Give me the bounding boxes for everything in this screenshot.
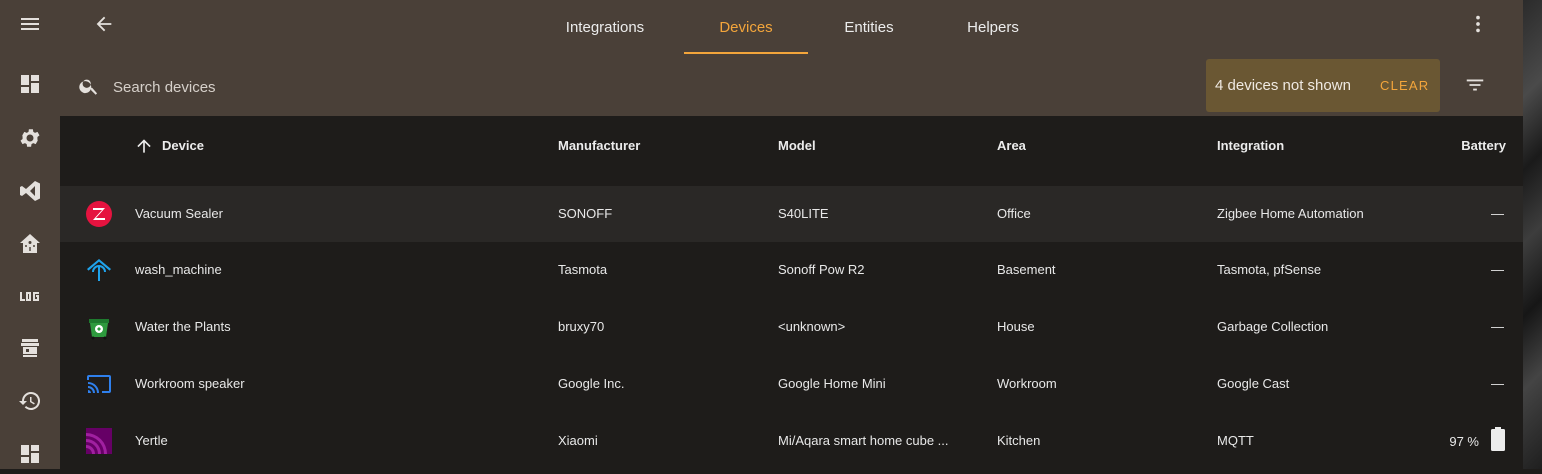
- settings-icon[interactable]: [10, 118, 50, 158]
- sort-ascending-icon[interactable]: [134, 136, 154, 156]
- sidebar: [0, 0, 60, 469]
- table-row[interactable]: wash_machine Tasmota Sonoff Pow R2 Basem…: [60, 242, 1523, 298]
- area: House: [997, 319, 1035, 334]
- zigbee-icon: [85, 200, 113, 228]
- area: Workroom: [997, 376, 1057, 391]
- model: Mi/Aqara smart home cube ...: [778, 433, 949, 448]
- devices-table: Device Manufacturer Model Area Integrati…: [60, 116, 1523, 469]
- integration: Google Cast: [1217, 376, 1290, 391]
- battery-level: —: [1491, 319, 1504, 334]
- search-input[interactable]: [111, 72, 715, 102]
- dashboard-icon[interactable]: [10, 64, 50, 104]
- battery-level: —: [1491, 206, 1504, 221]
- back-arrow-icon[interactable]: [90, 10, 118, 38]
- table-row[interactable]: Water the Plants bruxy70 <unknown> House…: [60, 299, 1523, 355]
- battery-level: —: [1491, 262, 1504, 277]
- manufacturer: bruxy70: [558, 319, 605, 334]
- area: Kitchen: [997, 433, 1041, 448]
- filter-icon[interactable]: [1463, 73, 1487, 97]
- column-header-area[interactable]: Area: [997, 116, 1026, 176]
- manufacturer: Xiaomi: [558, 433, 598, 448]
- hidden-devices-text: 4 devices not shown: [1215, 77, 1351, 94]
- battery-cell: 97 %: [1449, 413, 1505, 469]
- search-icon: [78, 75, 100, 97]
- column-header-battery[interactable]: Battery: [1461, 116, 1506, 176]
- mqtt-icon: [85, 427, 113, 455]
- toolbar: Integrations Devices Entities Helpers 4 …: [60, 0, 1523, 116]
- menu-icon[interactable]: [10, 4, 50, 44]
- integration: MQTT: [1217, 433, 1254, 448]
- tab-integrations[interactable]: Integrations: [544, 0, 666, 54]
- dashboard-icon[interactable]: [10, 434, 50, 474]
- background-edge: [1523, 0, 1542, 469]
- log-icon[interactable]: [10, 276, 50, 316]
- battery-level: 97 %: [1449, 433, 1479, 449]
- model: Sonoff Pow R2: [778, 262, 865, 277]
- device-name: Vacuum Sealer: [135, 206, 223, 221]
- device-name: wash_machine: [135, 262, 222, 277]
- history-icon[interactable]: [10, 381, 50, 421]
- manufacturer: Google Inc.: [558, 376, 625, 391]
- filter-status: 4 devices not shown CLEAR: [1206, 59, 1440, 112]
- manufacturer: SONOFF: [558, 206, 613, 221]
- column-header-integration[interactable]: Integration: [1217, 116, 1284, 176]
- battery-level: —: [1491, 376, 1504, 391]
- garbage-bin-icon: [85, 313, 113, 341]
- device-name: Workroom speaker: [135, 376, 245, 391]
- battery-full-icon: [1491, 426, 1505, 456]
- column-header-manufacturer[interactable]: Manufacturer: [558, 116, 640, 176]
- table-row[interactable]: Workroom speaker Google Inc. Google Home…: [60, 356, 1523, 412]
- column-header-device[interactable]: Device: [162, 116, 204, 176]
- table-row[interactable]: Yertle Xiaomi Mi/Aqara smart home cube .…: [60, 413, 1523, 469]
- model: S40LITE: [778, 206, 829, 221]
- manufacturer: Tasmota: [558, 262, 608, 277]
- tab-helpers[interactable]: Helpers: [948, 0, 1038, 54]
- integration: Garbage Collection: [1217, 319, 1329, 334]
- hacs-icon[interactable]: [10, 328, 50, 368]
- area: Basement: [997, 262, 1056, 277]
- cast-icon: [85, 370, 113, 398]
- model: Google Home Mini: [778, 376, 886, 391]
- device-name: Yertle: [135, 433, 168, 448]
- device-name: Water the Plants: [135, 319, 231, 334]
- clear-filter-button[interactable]: CLEAR: [1380, 59, 1429, 112]
- tab-entities[interactable]: Entities: [824, 0, 914, 54]
- more-vert-icon[interactable]: [1466, 12, 1490, 36]
- area: Office: [997, 206, 1031, 221]
- integration: Tasmota, pfSense: [1217, 262, 1322, 277]
- model: <unknown>: [778, 319, 846, 334]
- table-row[interactable]: Vacuum Sealer SONOFF S40LITE Office Zigb…: [60, 186, 1523, 242]
- integration: Zigbee Home Automation: [1217, 206, 1364, 221]
- table-header: Device Manufacturer Model Area Integrati…: [60, 116, 1523, 186]
- home-assistant-icon[interactable]: [10, 224, 50, 264]
- column-header-model[interactable]: Model: [778, 116, 816, 176]
- tab-devices[interactable]: Devices: [684, 0, 808, 54]
- tasmota-icon: [85, 256, 113, 284]
- vscode-icon[interactable]: [10, 171, 50, 211]
